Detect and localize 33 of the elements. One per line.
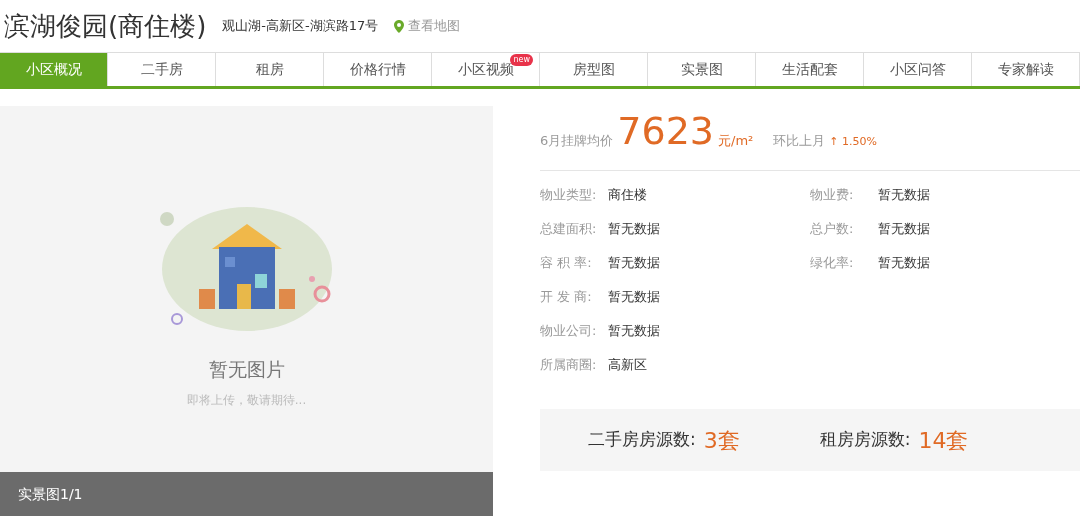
detail-label: 开 发 商: (540, 288, 593, 306)
empty-title: 暂无图片 (208, 356, 285, 382)
detail-value: 商住楼 (608, 187, 647, 202)
detail-value: 暂无数据 (878, 221, 930, 236)
detail-value: 暂无数据 (608, 323, 660, 338)
listing-count: 3套 (703, 426, 740, 455)
detail-value: 暂无数据 (608, 221, 660, 236)
detail-value: 高新区 (608, 357, 647, 372)
detail-label: 物业公司: (540, 322, 598, 340)
new-badge: new (510, 54, 533, 66)
listing-label: 租房房源数: (819, 428, 911, 452)
price-unit: 元/m² (718, 131, 754, 150)
listing-label: 二手房房源数: (588, 428, 696, 452)
detail-label: 总建面积: (540, 220, 598, 238)
detail-label: 物业费: (810, 186, 855, 204)
change-label: 环比上月 (773, 131, 826, 150)
address-text: 观山湖-高新区-湖滨路17号 (222, 17, 379, 36)
detail-value: 暂无数据 (608, 255, 660, 270)
detail-label: 物业类型: (540, 186, 598, 204)
detail-value: 暂无数据 (878, 187, 930, 202)
page-title: 滨湖俊园(商住楼) (4, 9, 207, 43)
listing-count: 14套 (918, 426, 969, 455)
price-label: 6月挂牌均价 (540, 131, 614, 150)
detail-value: 暂无数据 (878, 255, 930, 270)
detail-label: 容 积 率: (540, 254, 593, 272)
detail-value: 暂无数据 (608, 289, 660, 304)
detail-label: 总户数: (810, 220, 855, 238)
price-value: 7623 (617, 112, 714, 150)
detail-label: 绿化率: (810, 254, 855, 272)
detail-label: 所属商圈: (540, 356, 598, 374)
photo-caption: 实景图1/1 (0, 472, 493, 516)
location-pin-icon (394, 19, 405, 33)
change-value: ↑ 1.50% (829, 133, 877, 150)
